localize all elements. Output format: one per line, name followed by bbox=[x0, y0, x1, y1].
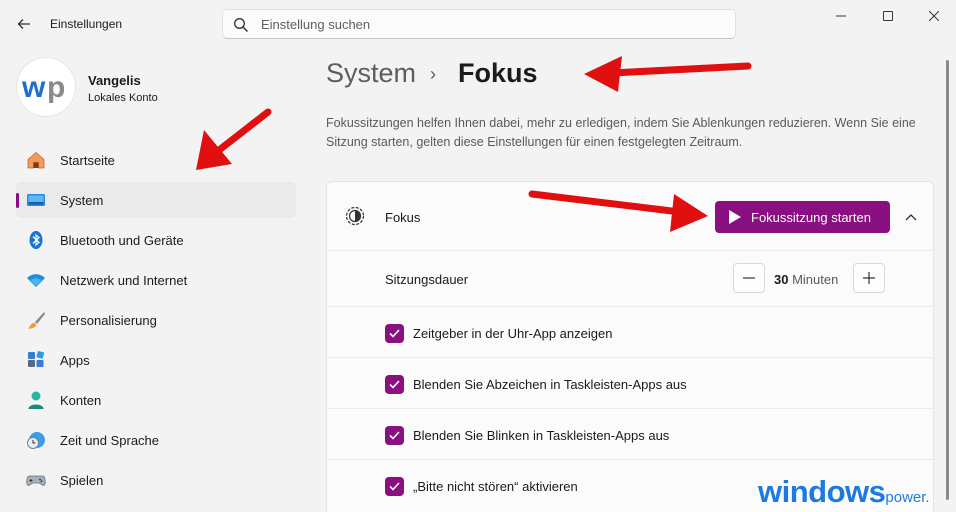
option-label: Blenden Sie Blinken in Taskleisten-Apps … bbox=[413, 428, 670, 443]
option-row: Blenden Sie Blinken in Taskleisten-Apps … bbox=[327, 408, 933, 459]
sidebar-item-network[interactable]: Netzwerk und Internet bbox=[16, 262, 296, 298]
increase-duration-button[interactable] bbox=[853, 263, 885, 293]
system-display-icon bbox=[27, 194, 45, 206]
wifi-icon bbox=[27, 274, 45, 287]
play-icon bbox=[729, 210, 741, 224]
sidebar-item-label: Apps bbox=[60, 353, 90, 368]
sidebar-item-label: Startseite bbox=[60, 153, 115, 168]
sidebar-item-apps[interactable]: Apps bbox=[16, 342, 296, 378]
duration-display: 30 Minuten bbox=[774, 272, 838, 287]
bluetooth-icon bbox=[29, 231, 43, 249]
scrollbar-thumb[interactable] bbox=[946, 60, 949, 500]
clock-globe-icon bbox=[27, 432, 45, 449]
breadcrumb-separator: › bbox=[430, 64, 436, 84]
maximize-button[interactable] bbox=[865, 0, 911, 32]
option-checkbox[interactable] bbox=[385, 426, 404, 445]
page-description: Fokussitzungen helfen Ihnen dabei, mehr … bbox=[326, 116, 916, 149]
profile-name: Vangelis bbox=[88, 73, 141, 88]
person-icon bbox=[28, 391, 44, 409]
start-focus-session-button[interactable]: Fokussitzung starten bbox=[715, 201, 890, 233]
avatar[interactable]: w p bbox=[17, 58, 75, 116]
search-icon bbox=[234, 18, 248, 32]
profile-account-type: Lokales Konto bbox=[88, 92, 158, 104]
plus-icon bbox=[863, 272, 875, 284]
close-icon bbox=[929, 11, 939, 21]
scrollbar[interactable] bbox=[946, 48, 950, 512]
watermark-main: windows bbox=[758, 474, 886, 509]
annotation-arrow-title bbox=[584, 56, 752, 92]
checkmark-icon bbox=[389, 329, 400, 338]
back-button[interactable] bbox=[12, 12, 36, 36]
focus-settings-card: Fokus Fokussitzung starten Sitzungsdauer… bbox=[326, 181, 934, 512]
sidebar-item-spielen[interactable]: Spielen bbox=[16, 462, 296, 498]
search-input[interactable] bbox=[261, 10, 721, 38]
home-icon bbox=[27, 151, 45, 169]
option-label: Zeitgeber in der Uhr-App anzeigen bbox=[413, 326, 613, 341]
sidebar-item-label: Spielen bbox=[60, 473, 104, 488]
svg-text:w: w bbox=[21, 71, 46, 103]
minimize-button[interactable] bbox=[818, 0, 864, 32]
sidebar-item-startseite[interactable]: Startseite bbox=[16, 142, 296, 178]
gamepad-icon bbox=[26, 475, 46, 486]
option-label: Blenden Sie Abzeichen in Taskleisten-App… bbox=[413, 377, 687, 392]
sidebar-item-label: Zeit und Sprache bbox=[60, 433, 160, 448]
svg-text:p: p bbox=[47, 71, 65, 103]
start-button-label: Fokussitzung starten bbox=[751, 210, 871, 225]
decrease-duration-button[interactable] bbox=[733, 263, 765, 293]
page-title: Fokus bbox=[458, 58, 538, 88]
focus-label: Fokus bbox=[385, 210, 421, 225]
sidebar-item-label: Konten bbox=[60, 393, 102, 408]
checkmark-icon bbox=[389, 482, 400, 491]
option-checkbox[interactable] bbox=[385, 324, 404, 343]
checkmark-icon bbox=[389, 431, 400, 440]
sidebar-nav: Startseite System Bluetooth und Geräte N… bbox=[16, 142, 296, 502]
minimize-icon bbox=[836, 15, 846, 17]
minus-icon bbox=[743, 277, 755, 279]
brush-icon bbox=[28, 312, 45, 329]
option-checkbox[interactable] bbox=[385, 375, 404, 394]
wp-logo-icon: w p bbox=[21, 71, 65, 103]
search-box[interactable] bbox=[222, 9, 736, 39]
option-label: „Bitte nicht stören“ aktivieren bbox=[413, 479, 578, 494]
collapse-button[interactable] bbox=[897, 204, 925, 230]
sidebar-item-zeit-sprache[interactable]: Zeit und Sprache bbox=[16, 422, 296, 458]
back-arrow-icon bbox=[17, 19, 30, 29]
sidebar-item-label: Personalisierung bbox=[60, 313, 157, 328]
sidebar-item-bluetooth[interactable]: Bluetooth und Geräte bbox=[16, 222, 296, 258]
option-row: Blenden Sie Abzeichen in Taskleisten-App… bbox=[327, 357, 933, 408]
option-checkbox[interactable] bbox=[385, 477, 404, 496]
app-title: Einstellungen bbox=[50, 17, 123, 31]
chevron-up-icon bbox=[905, 214, 917, 221]
sidebar-item-label: Bluetooth und Geräte bbox=[60, 233, 184, 248]
sidebar-item-system[interactable]: System bbox=[16, 182, 296, 218]
apps-icon bbox=[28, 351, 45, 367]
sidebar-item-konten[interactable]: Konten bbox=[16, 382, 296, 418]
sidebar-item-label: Netzwerk und Internet bbox=[60, 273, 188, 288]
watermark: windowspower. bbox=[758, 474, 930, 510]
duration-unit: Minuten bbox=[792, 272, 839, 287]
focus-card-header[interactable]: Fokus Fokussitzung starten bbox=[327, 182, 933, 250]
duration-value: 30 bbox=[774, 272, 789, 287]
watermark-sub: power. bbox=[885, 489, 930, 506]
breadcrumb-parent[interactable]: System bbox=[326, 58, 416, 89]
checkmark-icon bbox=[389, 380, 400, 389]
title-bar: Einstellungen bbox=[0, 0, 956, 48]
active-indicator bbox=[16, 193, 19, 208]
option-row: Zeitgeber in der Uhr-App anzeigen bbox=[327, 306, 933, 357]
focus-icon bbox=[345, 206, 365, 226]
session-duration-row: Sitzungsdauer 30 Minuten bbox=[327, 250, 933, 306]
close-button[interactable] bbox=[911, 0, 956, 32]
maximize-icon bbox=[883, 11, 893, 21]
duration-label: Sitzungsdauer bbox=[385, 272, 469, 287]
sidebar-item-label: System bbox=[60, 193, 104, 208]
sidebar-item-personalisierung[interactable]: Personalisierung bbox=[16, 302, 296, 338]
